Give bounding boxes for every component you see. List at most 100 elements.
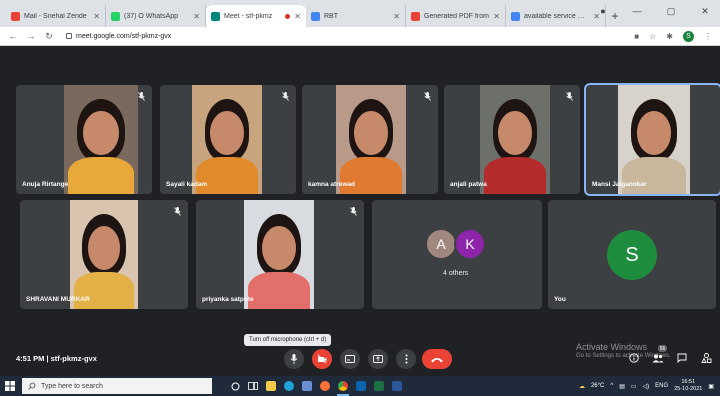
mic-muted-icon — [566, 92, 573, 101]
participant-tile[interactable]: anjali patwa — [444, 85, 580, 194]
bookmark-star-icon[interactable]: ☆ — [649, 32, 656, 41]
camera-off-button[interactable] — [312, 349, 332, 369]
tab-label: (37) O WhatsApp — [124, 12, 179, 20]
meeting-details-button[interactable] — [628, 352, 640, 364]
clock-time: 16:51 — [681, 379, 696, 385]
maximize-icon[interactable]: ▢ — [664, 6, 678, 17]
participant-tile[interactable]: priyanka satpute — [196, 200, 364, 309]
chevron-up-icon[interactable]: ^ — [610, 383, 613, 389]
back-icon[interactable]: ← — [8, 31, 18, 41]
profile-dot-icon[interactable]: ● — [596, 6, 610, 17]
clock-date: 25-10-2021 — [674, 386, 703, 392]
network-icon[interactable]: ▤ — [619, 383, 625, 390]
self-label: You — [554, 296, 566, 303]
close-tab-icon[interactable]: ✕ — [493, 12, 500, 21]
others-tile[interactable]: AK 4 others — [372, 200, 542, 309]
meet-stage: Anuja Rirtange Sayali kadam kamna atrewad a… — [0, 46, 720, 376]
taskbar-clock[interactable]: 16:51 25-10-2021 — [674, 379, 702, 393]
address-bar[interactable]: meet.google.com/stf-pkmz-gvx — [66, 33, 171, 40]
close-tab-icon[interactable]: ✕ — [294, 12, 301, 21]
forward-icon[interactable]: → — [26, 31, 36, 41]
activities-icon — [700, 353, 711, 363]
mic-muted-icon — [424, 92, 431, 101]
window-controls: ● — ▢ ✕ — [596, 6, 712, 17]
task-view-icon[interactable] — [244, 376, 262, 396]
weather-temp[interactable]: 26°C — [591, 383, 604, 389]
participant-tile[interactable]: Mansi Jaiganokar — [584, 83, 720, 196]
taskbar-search[interactable]: Type here to search — [22, 378, 212, 394]
participant-name: kamna atrewad — [308, 181, 355, 188]
volume-icon[interactable]: ◁) — [643, 383, 650, 390]
tab-label: RBT — [324, 12, 338, 20]
language-indicator[interactable]: ENG — [655, 383, 668, 389]
mail-icon[interactable] — [352, 376, 370, 396]
browser-tab[interactable]: (37) O WhatsApp ✕ — [106, 5, 206, 27]
reload-icon[interactable]: ↻ — [44, 31, 54, 42]
tab-label: Generated PDF from — [424, 12, 489, 20]
video-camera-icon[interactable]: ■ — [634, 32, 639, 41]
minimize-icon[interactable]: — — [630, 6, 644, 17]
activate-windows-title: Activate Windows — [576, 342, 648, 352]
participant-tile[interactable]: SHRAVANI MURKAR — [20, 200, 188, 309]
lock-icon — [66, 33, 72, 39]
browser-tab[interactable]: RBT ✕ — [306, 5, 406, 27]
explorer-icon[interactable] — [262, 376, 280, 396]
people-button[interactable] — [652, 352, 664, 364]
excel-icon[interactable] — [370, 376, 388, 396]
browser-tab[interactable]: Meet - stf-pkmz ✕ — [206, 5, 306, 27]
start-button[interactable] — [0, 376, 20, 396]
browser-toolbar: ← → ↻ meet.google.com/stf-pkmz-gvx ■ ☆ ✱… — [0, 27, 720, 46]
store-icon[interactable] — [298, 376, 316, 396]
profile-avatar[interactable]: S — [683, 30, 694, 42]
leave-call-button[interactable] — [422, 349, 452, 369]
captions-icon — [345, 355, 355, 363]
participant-name: Sayali kadam — [166, 181, 208, 188]
participant-tile[interactable]: kamna atrewad — [302, 85, 438, 194]
activities-button[interactable] — [700, 352, 712, 364]
participant-tile[interactable]: Sayali kadam — [160, 85, 296, 194]
gmail-icon — [411, 11, 420, 21]
chrome-icon[interactable] — [334, 376, 352, 396]
notification-icon[interactable]: ▣ — [708, 383, 714, 390]
participant-name: Mansi Jaiganokar — [592, 181, 647, 188]
search-placeholder: Type here to search — [41, 382, 103, 390]
present-button[interactable] — [368, 349, 388, 369]
google-icon — [511, 11, 520, 21]
cortana-icon[interactable] — [226, 376, 244, 396]
extensions-icon[interactable]: ✱ — [666, 32, 673, 41]
close-tab-icon[interactable]: ✕ — [93, 12, 100, 21]
participant-name: anjali patwa — [450, 181, 487, 188]
doc-icon — [311, 11, 320, 21]
meeting-code: stf-pkmz-gvx — [50, 354, 97, 363]
microphone-button[interactable] — [284, 349, 304, 369]
browser-tab[interactable]: Mail - Snehal Zende ✕ — [6, 5, 106, 27]
self-tile[interactable]: S You — [548, 200, 716, 309]
gmail-icon — [11, 11, 20, 21]
more-options-button[interactable] — [396, 349, 416, 369]
weather-icon[interactable]: ☁ — [579, 383, 585, 390]
close-tab-icon[interactable]: ✕ — [193, 12, 200, 21]
participant-tile[interactable]: Anuja Rirtange — [16, 85, 152, 194]
mic-muted-icon — [282, 92, 289, 101]
self-avatar: S — [607, 230, 657, 280]
windows-logo-icon — [5, 381, 15, 391]
word-icon[interactable] — [388, 376, 406, 396]
firefox-icon[interactable] — [316, 376, 334, 396]
captions-button[interactable] — [340, 349, 360, 369]
participant-count-badge: 56 — [658, 345, 667, 352]
meet-icon — [211, 11, 220, 21]
others-count-label: 4 others — [443, 270, 469, 277]
battery-icon[interactable]: ▭ — [631, 383, 637, 390]
browser-tab[interactable]: Generated PDF from ✕ — [406, 5, 506, 27]
close-window-icon[interactable]: ✕ — [698, 6, 712, 17]
participant-video — [480, 85, 550, 194]
edge-icon[interactable] — [280, 376, 298, 396]
close-tab-icon[interactable]: ✕ — [393, 12, 400, 21]
participant-name: priyanka satpute — [202, 296, 254, 303]
participant-video — [244, 200, 314, 309]
chat-button[interactable] — [676, 352, 688, 364]
browser-tab[interactable]: available service write ✕ — [506, 5, 606, 27]
meeting-info: 4:51 PM | stf-pkmz-gvx — [16, 354, 97, 363]
tab-label: available service write — [524, 12, 590, 20]
menu-icon[interactable]: ⋮ — [704, 32, 712, 41]
